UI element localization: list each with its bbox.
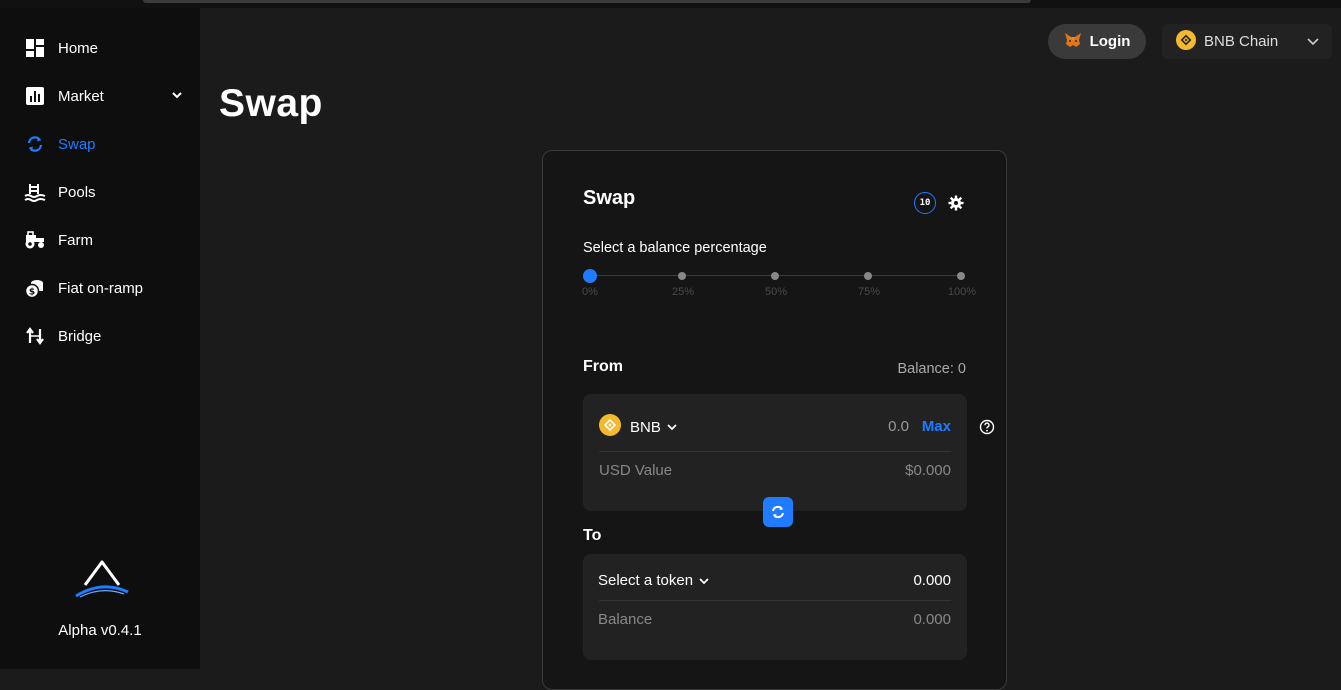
to-label: To [583,527,602,544]
sidebar-item-label: Home [58,39,99,57]
slippage-badge[interactable]: 10 [914,192,936,214]
select-token-label: Select a token [598,572,694,589]
from-amount-input[interactable]: 0.0 [888,418,909,435]
usd-value: $0.000 [905,462,951,479]
from-balance: Balance: 0 [897,361,966,377]
to-token-selector[interactable]: Select a token [598,572,710,589]
swap-card: Swap 10 Select a balance percentage 0% 2… [542,150,1007,690]
sidebar: Home Market Swap Pools Farm $ Fiat on-ra… [0,8,200,669]
from-label: From [583,358,623,375]
address-bar-edge [143,0,1031,3]
usd-value-label: USD Value [599,462,673,479]
sidebar-item-fiat-on-ramp[interactable]: $ Fiat on-ramp [24,276,143,300]
browser-top-strip [0,0,1341,8]
sidebar-item-label: Fiat on-ramp [58,279,144,297]
sidebar-item-farm[interactable]: Farm [24,228,93,252]
sidebar-item-bridge[interactable]: Bridge [24,324,101,348]
slider-handle[interactable] [583,269,597,283]
page-title: Swap [219,82,323,125]
chevron-down-icon[interactable] [170,88,184,102]
chevron-down-icon [667,424,677,431]
sidebar-item-label: Swap [58,135,96,153]
to-balance-value: 0.000 [913,611,951,628]
swap-card-title: Swap [583,187,636,209]
slider-tick-label: 75% [857,286,881,298]
chart-icon [24,85,46,107]
to-amount[interactable]: 0.000 [913,572,951,589]
login-button[interactable]: Login [1048,24,1146,59]
dashboard-icon [24,37,46,59]
swap-icon [24,133,46,155]
from-token-selector[interactable]: BNB [599,414,678,440]
sidebar-item-label: Farm [58,231,93,249]
percentage-label: Select a balance percentage [583,240,767,256]
slider-tick-label: 0% [582,286,598,298]
chevron-down-icon [1307,38,1319,46]
slider-mark-100[interactable] [957,272,965,280]
app-logo [75,560,129,598]
gear-icon[interactable] [948,195,964,211]
chain-selector[interactable]: BNB Chain [1162,24,1332,59]
sidebar-item-label: Bridge [58,327,102,345]
bridge-icon [24,325,46,347]
swap-arrows-icon [772,505,784,519]
bnb-icon [1176,29,1196,54]
sidebar-item-label: Pools [58,183,96,201]
slider-tick-label: 50% [764,286,788,298]
app-version: Alpha v0.4.1 [58,622,142,639]
divider [599,451,951,452]
slider-mark-75[interactable] [864,272,872,280]
slider-tick-label: 100% [947,286,977,298]
slider-mark-50[interactable] [771,272,779,280]
chevron-down-icon [699,577,709,584]
chain-label: BNB Chain [1204,33,1279,50]
max-button[interactable]: Max [922,418,951,435]
help-icon[interactable] [979,419,995,435]
pool-icon [24,181,46,203]
sidebar-item-swap[interactable]: Swap [24,132,96,156]
sidebar-item-market[interactable]: Market [24,84,104,108]
slider-tick-label: 25% [671,286,695,298]
divider [599,600,951,601]
sidebar-item-pools[interactable]: Pools [24,180,96,204]
slider-mark-25[interactable] [678,272,686,280]
from-token-symbol: BNB [630,418,661,436]
metamask-fox-icon [1064,32,1082,52]
svg-text:$: $ [29,288,35,298]
swap-direction-button[interactable] [763,497,793,527]
coins-icon: $ [24,277,46,299]
bnb-icon [599,414,621,440]
login-label: Login [1089,33,1131,50]
tractor-icon [24,229,46,251]
to-balance-label: Balance [598,611,653,628]
sidebar-item-label: Market [58,87,104,105]
sidebar-item-home[interactable]: Home [24,36,98,60]
to-token-panel: Select a token 0.000 Balance 0.000 [583,554,967,660]
from-token-panel: BNB 0.0 Max USD Value $0.000 [583,394,967,511]
